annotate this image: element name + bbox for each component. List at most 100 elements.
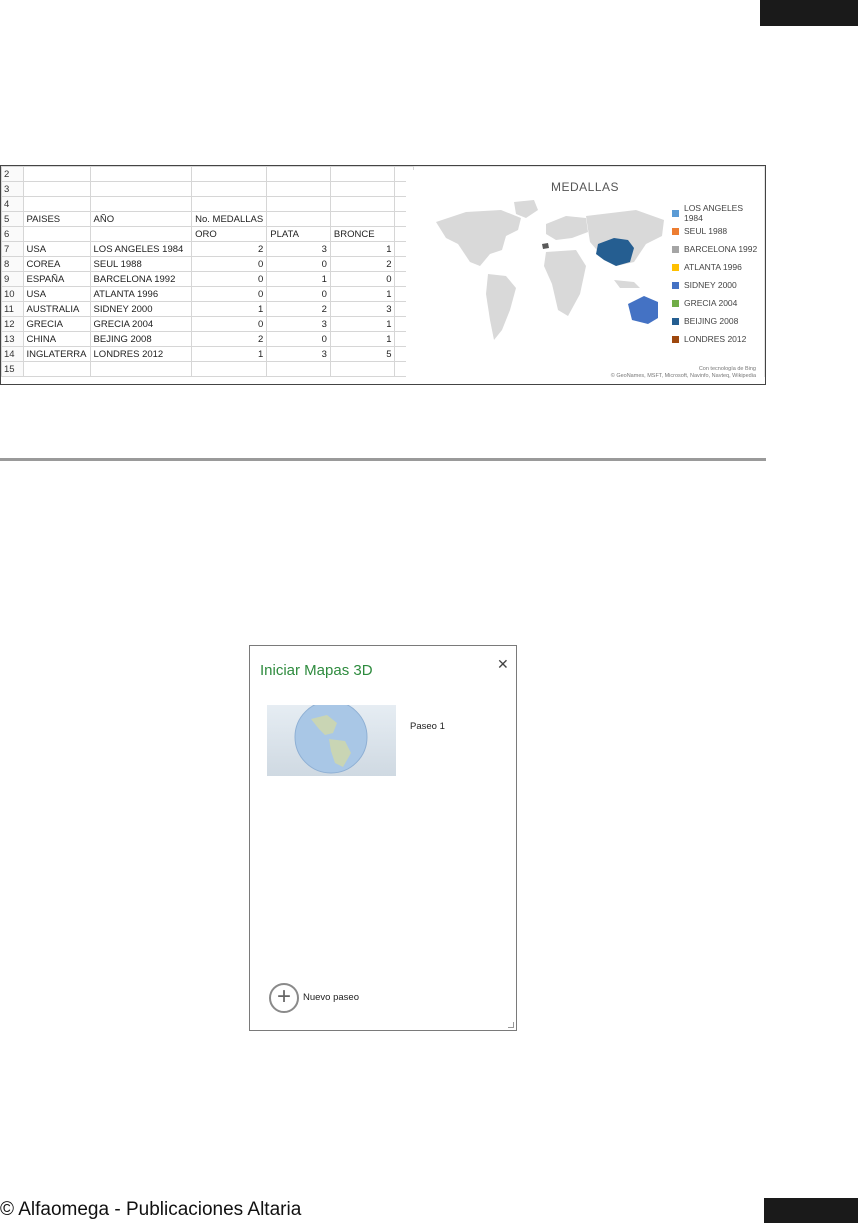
- legend-item: BEIJING 2008: [672, 312, 764, 330]
- cell-plata[interactable]: 0: [266, 331, 331, 347]
- cell-plata[interactable]: 3: [266, 241, 331, 257]
- cell[interactable]: [89, 181, 193, 197]
- cell-anio[interactable]: BARCELONA 1992: [89, 271, 193, 287]
- cell-plata[interactable]: 3: [266, 316, 331, 332]
- cell-pais[interactable]: COREA: [22, 256, 91, 272]
- cell[interactable]: [266, 166, 331, 182]
- cell-bronce[interactable]: 3: [329, 301, 396, 317]
- cell-oro[interactable]: 1: [191, 346, 268, 362]
- header-medallas[interactable]: No. MEDALLAS: [191, 211, 268, 227]
- cell[interactable]: [191, 196, 268, 212]
- cell[interactable]: [22, 196, 91, 212]
- cell[interactable]: [266, 196, 331, 212]
- cell-plata[interactable]: 3: [266, 346, 331, 362]
- header-plata[interactable]: PLATA: [266, 226, 331, 242]
- cell-bronce[interactable]: 1: [329, 316, 396, 332]
- cell-anio[interactable]: LONDRES 2012: [89, 346, 193, 362]
- cell[interactable]: [329, 196, 396, 212]
- legend-swatch: [672, 299, 679, 307]
- row-header: 10: [1, 286, 24, 302]
- cell-plata[interactable]: 2: [266, 301, 331, 317]
- header-bronce[interactable]: BRONCE: [329, 226, 396, 242]
- cell-oro[interactable]: 2: [191, 241, 268, 257]
- cell[interactable]: [266, 361, 331, 377]
- cell-anio[interactable]: SEUL 1988: [89, 256, 193, 272]
- legend-swatch: [672, 317, 679, 325]
- cell-pais[interactable]: AUSTRALIA: [22, 301, 91, 317]
- cell[interactable]: [266, 181, 331, 197]
- legend-label: SIDNEY 2000: [684, 280, 737, 290]
- cell-oro[interactable]: 0: [191, 286, 268, 302]
- cell-anio[interactable]: ATLANTA 1996: [89, 286, 193, 302]
- row-header: 5: [1, 211, 24, 227]
- australia-shape[interactable]: [628, 296, 658, 324]
- legend-swatch: [672, 245, 679, 253]
- cell-anio[interactable]: LOS ANGELES 1984: [89, 241, 193, 257]
- cell-oro[interactable]: 0: [191, 256, 268, 272]
- cell-anio[interactable]: GRECIA 2004: [89, 316, 193, 332]
- cell-pais[interactable]: USA: [22, 241, 91, 257]
- cell[interactable]: [191, 166, 268, 182]
- tour-thumbnail[interactable]: [267, 705, 396, 776]
- new-tour-button[interactable]: Nuevo paseo: [303, 992, 359, 1003]
- cell[interactable]: [22, 226, 91, 242]
- cell[interactable]: [329, 211, 396, 227]
- cell[interactable]: [89, 166, 193, 182]
- header-paises[interactable]: PAISES: [22, 211, 91, 227]
- cell[interactable]: [89, 196, 193, 212]
- cell[interactable]: [89, 226, 193, 242]
- map-chart[interactable]: MEDALLAS LOS ANGELES 1984 SEUL 1988 BARC…: [406, 170, 764, 382]
- cell[interactable]: [22, 181, 91, 197]
- row-header: 3: [1, 181, 24, 197]
- row-header: 6: [1, 226, 24, 242]
- cell-anio[interactable]: BEJING 2008: [89, 331, 193, 347]
- cell[interactable]: [22, 166, 91, 182]
- cell-oro[interactable]: 1: [191, 301, 268, 317]
- legend-label: LONDRES 2012: [684, 334, 747, 344]
- resize-grip-icon[interactable]: [508, 1022, 514, 1028]
- cell[interactable]: [191, 361, 268, 377]
- cell[interactable]: [191, 181, 268, 197]
- cell-pais[interactable]: USA: [22, 286, 91, 302]
- cell-plata[interactable]: 0: [266, 286, 331, 302]
- north-america-shape: [436, 210, 521, 266]
- cell-pais[interactable]: ESPAÑA: [22, 271, 91, 287]
- cell-oro[interactable]: 0: [191, 316, 268, 332]
- cell-bronce[interactable]: 1: [329, 241, 396, 257]
- cell-pais[interactable]: INGLATERRA: [22, 346, 91, 362]
- cell-bronce[interactable]: 5: [329, 346, 396, 362]
- legend-label: BARCELONA 1992: [684, 244, 758, 254]
- legend-swatch: [672, 335, 679, 343]
- row-header: 9: [1, 271, 24, 287]
- cell-oro[interactable]: 2: [191, 331, 268, 347]
- cell-anio[interactable]: SIDNEY 2000: [89, 301, 193, 317]
- map-credit: Con tecnología de Bing © GeoNames, MSFT,…: [516, 366, 756, 380]
- map-credit-sources: © GeoNames, MSFT, Microsoft, Navinfo, Na…: [610, 373, 756, 379]
- page-corner-tab: [760, 0, 858, 26]
- cell-oro[interactable]: 0: [191, 271, 268, 287]
- cell[interactable]: [266, 211, 331, 227]
- cell-pais[interactable]: CHINA: [22, 331, 91, 347]
- cell-plata[interactable]: 0: [266, 256, 331, 272]
- world-land: [436, 200, 664, 340]
- row-header: 8: [1, 256, 24, 272]
- legend-label: ATLANTA 1996: [684, 262, 742, 272]
- header-oro[interactable]: ORO: [191, 226, 268, 242]
- header-anio[interactable]: AÑO: [89, 211, 193, 227]
- close-icon[interactable]: ✕: [497, 656, 509, 673]
- cell[interactable]: [329, 361, 396, 377]
- cell[interactable]: [329, 181, 396, 197]
- cell[interactable]: [22, 361, 91, 377]
- cell[interactable]: [329, 166, 396, 182]
- add-tour-icon[interactable]: +: [269, 983, 299, 1013]
- cell-bronce[interactable]: 1: [329, 331, 396, 347]
- section-divider: [0, 458, 766, 461]
- tour-label[interactable]: Paseo 1: [410, 721, 445, 732]
- cell-plata[interactable]: 1: [266, 271, 331, 287]
- map-credit-bing: Con tecnología de Bing: [698, 366, 756, 372]
- cell-bronce[interactable]: 1: [329, 286, 396, 302]
- cell[interactable]: [89, 361, 193, 377]
- cell-bronce[interactable]: 2: [329, 256, 396, 272]
- cell-bronce[interactable]: 0: [329, 271, 396, 287]
- cell-pais[interactable]: GRECIA: [22, 316, 91, 332]
